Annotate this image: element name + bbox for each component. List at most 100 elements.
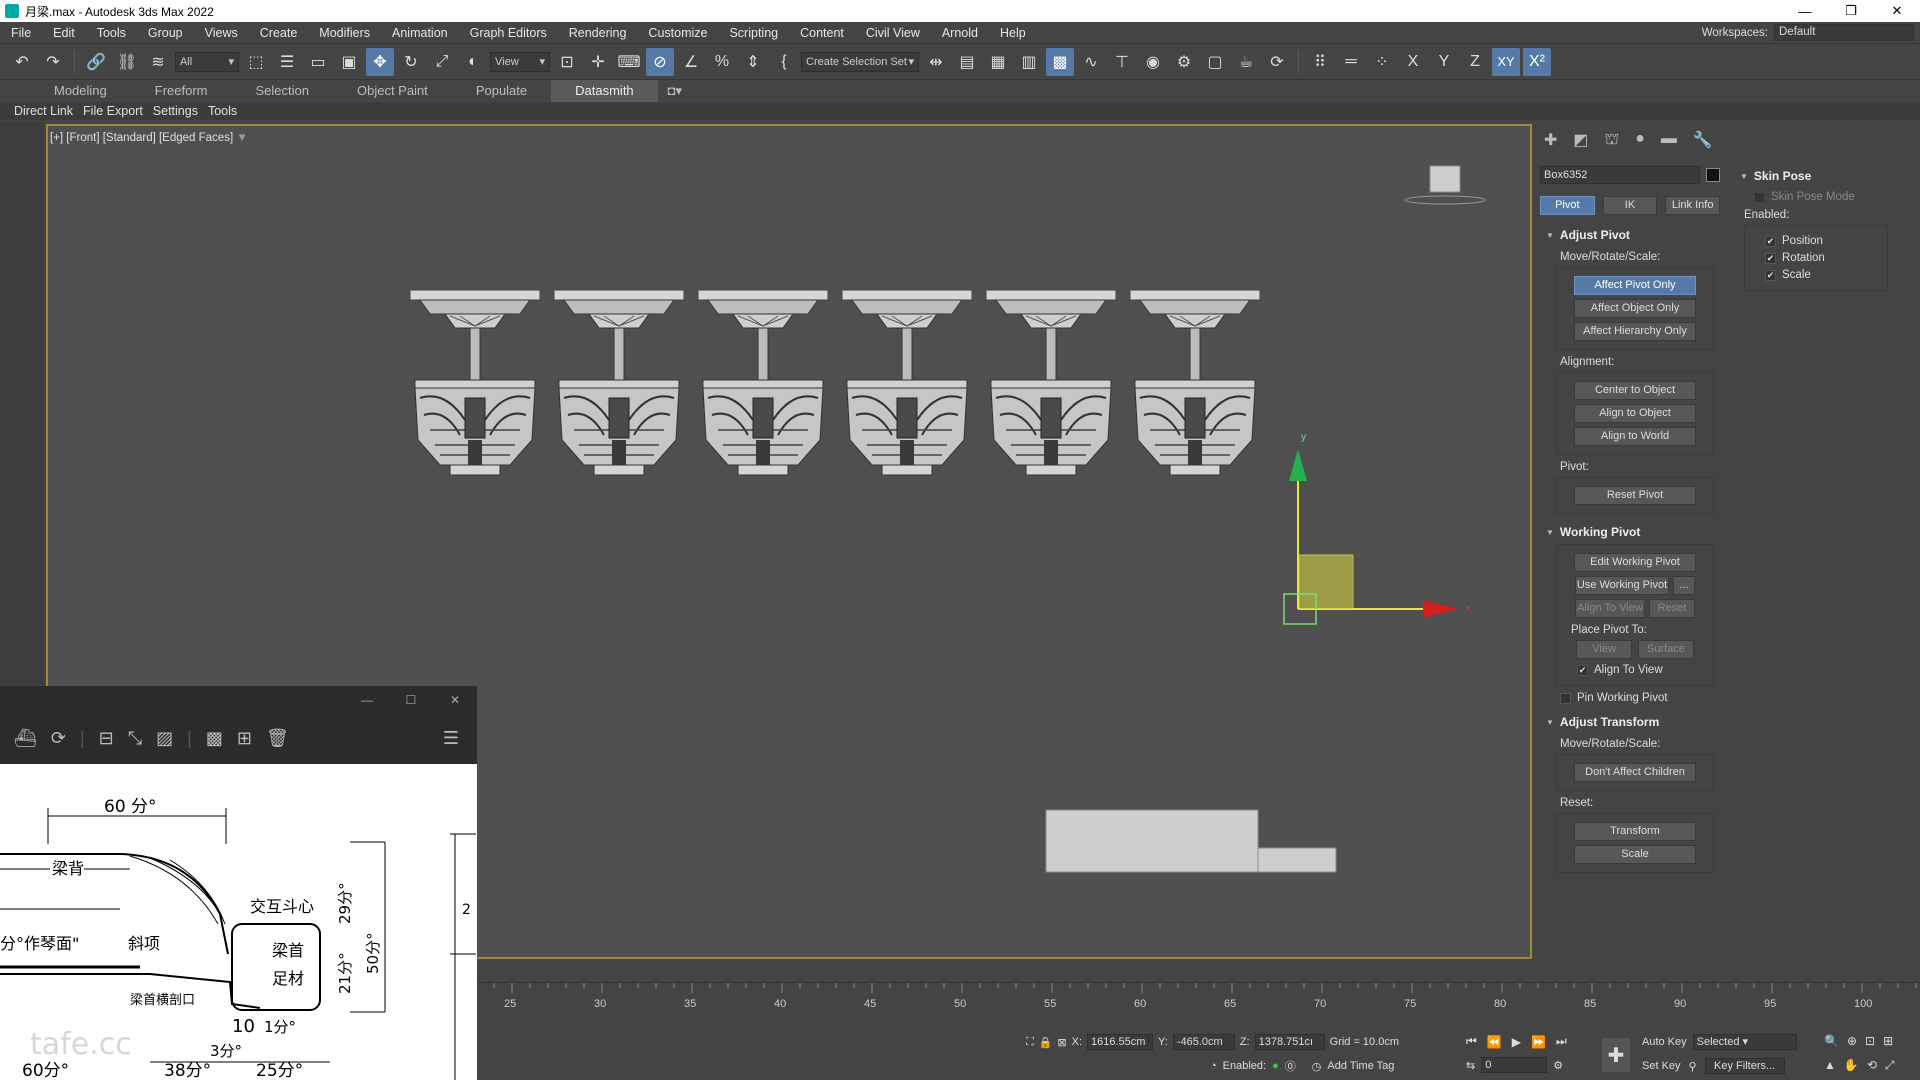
adaptive-icon[interactable]: ◔ (1210, 1060, 1217, 1072)
rotate-icon[interactable]: ↻ (397, 48, 425, 76)
edit-working-pivot-button[interactable]: Edit Working Pivot (1574, 553, 1696, 572)
rect-selection-icon[interactable]: ▭ (304, 48, 332, 76)
current-frame-field[interactable]: 0 (1481, 1057, 1548, 1073)
ref-image-icon[interactable]: ▩ (206, 728, 223, 749)
working-pivot-header[interactable]: ▼ Working Pivot (1540, 522, 1720, 542)
menu-rendering[interactable]: Rendering (558, 26, 638, 40)
tab-freeform[interactable]: Freeform (131, 80, 232, 102)
time-tag-icon[interactable]: ◷ (1312, 1060, 1322, 1073)
time-config-icon[interactable]: ⇆ (1466, 1059, 1475, 1072)
keyboard-shortcut-icon[interactable]: ⌨ (615, 48, 643, 76)
menu-graph-editors[interactable]: Graph Editors (459, 26, 558, 40)
select-manipulate-icon[interactable]: ✛ (584, 48, 612, 76)
mirror-icon[interactable]: ⇹ (922, 48, 950, 76)
snap-toggle-icon[interactable]: ⊘ (646, 47, 674, 76)
place-surface-button[interactable]: Surface (1638, 640, 1694, 659)
unlink-icon[interactable]: ⛓ (113, 48, 141, 76)
fov-icon[interactable]: ▲ (1824, 1058, 1836, 1073)
zoom-icon[interactable]: 🔍 (1824, 1034, 1839, 1048)
material-editor-icon[interactable]: ◉ (1139, 48, 1167, 76)
dont-affect-children-button[interactable]: Don't Affect Children (1574, 763, 1696, 782)
percent-snap-icon[interactable]: % (708, 48, 736, 76)
timeline[interactable]: 25 30 35 40 45 50 55 60 65 70 75 80 85 90 95 100 (478, 982, 1920, 1012)
layer-explorer-icon[interactable]: ▦ (984, 48, 1012, 76)
tab-pivot[interactable]: Pivot (1540, 196, 1595, 215)
ref-flip-icon[interactable]: ⛴ (14, 728, 37, 749)
angle-snap-icon[interactable]: ∠ (677, 48, 705, 76)
affect-object-only-button[interactable]: Affect Object Only (1574, 299, 1696, 318)
restore-icon[interactable]: ❐ (1828, 0, 1874, 22)
minimize-icon[interactable]: — (1782, 0, 1828, 22)
selection-filter-dropdown[interactable]: All ▾ (175, 51, 239, 72)
menu-views[interactable]: Views (194, 26, 249, 40)
utilities-tab-icon[interactable]: 🔧 (1693, 130, 1713, 150)
pin-working-pivot-checkbox[interactable]: Pin Working Pivot (1560, 692, 1720, 704)
move-icon[interactable]: ✥ (366, 47, 394, 76)
grid-icon[interactable]: ⠿ (1306, 48, 1334, 76)
skin-pose-mode-checkbox[interactable]: Skin Pose Mode (1754, 191, 1894, 203)
ref-rotate-icon[interactable]: ⟳ (51, 728, 66, 749)
affect-hierarchy-only-button[interactable]: Affect Hierarchy Only (1574, 322, 1696, 341)
reset-working-pivot-button[interactable]: Reset (1649, 599, 1695, 618)
position-checkbox[interactable]: ✔ Position (1765, 235, 1887, 247)
viewcube-icon[interactable] (1429, 165, 1461, 193)
redo-icon[interactable]: ↷ (39, 48, 67, 76)
zoom-extents-all-icon[interactable]: ⊞ (1883, 1034, 1893, 1048)
axis-x-button[interactable]: X (1399, 48, 1427, 76)
menu-file[interactable]: File (0, 26, 42, 40)
menu-create[interactable]: Create (249, 26, 309, 40)
center-to-object-button[interactable]: Center to Object (1574, 381, 1696, 400)
select-object-icon[interactable]: ⬚ (242, 48, 270, 76)
render-setup-icon[interactable]: ⚙ (1170, 48, 1198, 76)
selection-set-dropdown[interactable]: Selected ▾ (1692, 1034, 1797, 1050)
working-pivot-options-button[interactable]: ... (1673, 576, 1695, 595)
menu-arnold[interactable]: Arnold (931, 26, 989, 40)
align-to-view-checkbox[interactable]: ✔ Align To View (1577, 664, 1713, 676)
named-selection-dropdown[interactable]: Create Selection Set ▾ (801, 51, 919, 72)
enabled-dot-icon[interactable]: ● (1272, 1060, 1279, 1072)
go-to-start-icon[interactable]: ⏮ (1466, 1034, 1477, 1049)
scale-checkbox[interactable]: ✔ Scale (1765, 269, 1887, 281)
curve-editor-icon[interactable]: ∿ (1077, 48, 1105, 76)
key-mode-icon[interactable]: ⚙ (1553, 1059, 1563, 1072)
render-teapot-icon[interactable]: ☕ (1232, 48, 1260, 76)
edit-named-sets-icon[interactable]: { (770, 48, 798, 76)
skin-pose-header[interactable]: ▼ Skin Pose (1734, 166, 1894, 186)
axis-z-button[interactable]: Z (1461, 48, 1489, 76)
object-color-swatch[interactable] (1706, 168, 1720, 182)
absolute-mode-icon[interactable]: ⊠ (1057, 1036, 1066, 1049)
ref-crop-icon[interactable]: ▨ (156, 728, 173, 749)
place-view-button[interactable]: View (1576, 640, 1632, 659)
menu-customize[interactable]: Customize (637, 26, 718, 40)
spinner-snap-icon[interactable]: ⇕ (739, 48, 767, 76)
menu-civil-view[interactable]: Civil View (855, 26, 931, 40)
axis-xy-button[interactable]: XY (1492, 47, 1520, 76)
pan-icon[interactable]: ✋ (1844, 1058, 1859, 1073)
counter-icon[interactable]: ⓪ (1285, 1058, 1296, 1074)
menu-help[interactable]: Help (989, 26, 1037, 40)
select-by-name-icon[interactable]: ☰ (273, 48, 301, 76)
menu-animation[interactable]: Animation (381, 26, 459, 40)
isolate-icon[interactable]: ⛶ (1026, 1036, 1034, 1049)
activeshade-icon[interactable]: ⟳ (1263, 48, 1291, 76)
ref-actual-size-icon[interactable]: ⤡ (128, 728, 142, 749)
close-icon[interactable]: ✕ (1874, 0, 1920, 22)
settings-button[interactable]: Settings (153, 104, 198, 118)
set-key-button[interactable]: Set Key (1642, 1060, 1681, 1072)
ref-close-icon[interactable]: ✕ (433, 693, 477, 707)
scene-explorer-icon[interactable]: ▩ (1046, 47, 1074, 76)
link-icon[interactable]: 🔗 (82, 48, 110, 76)
maximize-viewport-icon[interactable]: ⤢ (1885, 1058, 1895, 1073)
key-filters-button[interactable]: Key Filters... (1704, 1058, 1785, 1074)
ref-delete-icon[interactable]: 🗑 (266, 728, 289, 749)
snap-points-icon[interactable]: ⁘ (1368, 48, 1396, 76)
menu-content[interactable]: Content (789, 26, 855, 40)
tab-datasmith[interactable]: Datasmith (551, 80, 658, 102)
menu-scripting[interactable]: Scripting (718, 26, 789, 40)
next-frame-icon[interactable]: ⏩ (1531, 1035, 1546, 1049)
file-export-button[interactable]: File Export (83, 104, 143, 118)
ribbon-toggle-icon[interactable]: ▥ (1015, 48, 1043, 76)
align-to-view-button[interactable]: Align To View (1575, 599, 1645, 618)
align-to-object-button[interactable]: Align to Object (1574, 404, 1696, 423)
add-time-tag-button[interactable]: Add Time Tag (1327, 1060, 1394, 1072)
